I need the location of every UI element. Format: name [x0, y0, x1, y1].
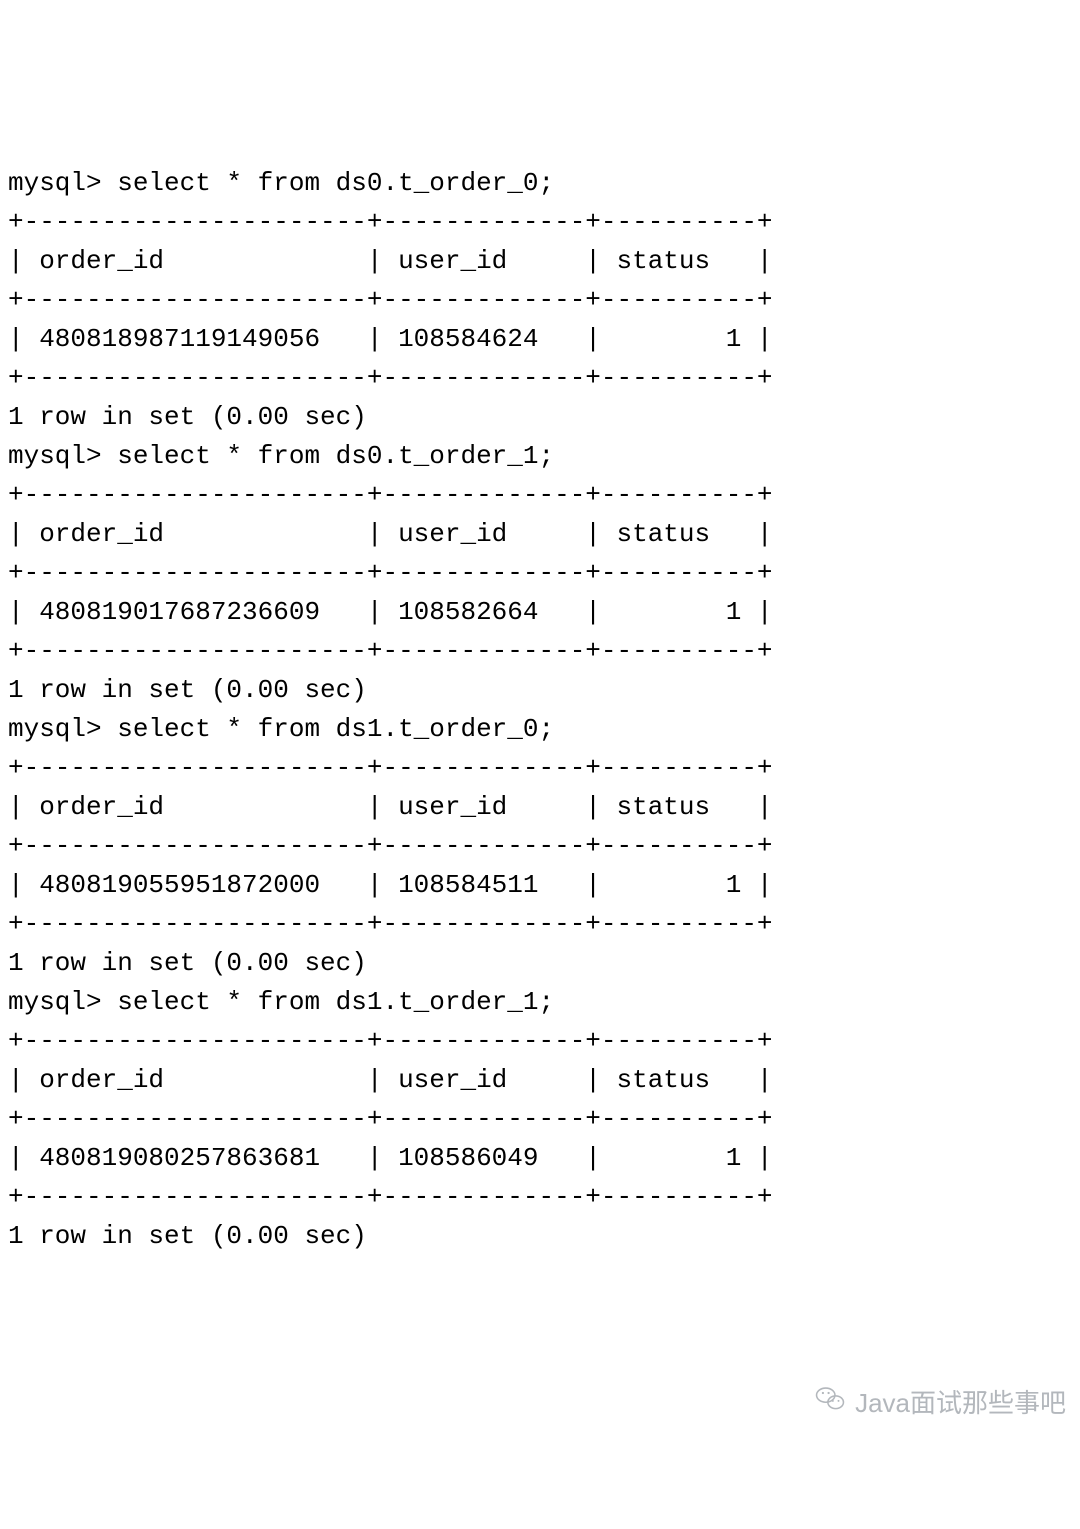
watermark: Java面试那些事吧 — [813, 1381, 1066, 1426]
table-border: +----------------------+-------------+--… — [8, 1178, 1072, 1217]
table-header: | order_id | user_id | status | — [8, 515, 1072, 554]
mysql-prompt: mysql> — [8, 168, 117, 198]
mysql-prompt: mysql> — [8, 987, 117, 1017]
table-border: +----------------------+-------------+--… — [8, 203, 1072, 242]
sql-statement: select * from ds1.t_order_0; — [117, 714, 554, 744]
table-row: | 480819080257863681 | 108586049 | 1 | — [8, 1139, 1072, 1178]
mysql-prompt: mysql> — [8, 441, 117, 471]
table-row: | 480819017687236609 | 108582664 | 1 | — [8, 593, 1072, 632]
table-border: +----------------------+-------------+--… — [8, 1100, 1072, 1139]
result-footer: 1 row in set (0.00 sec) — [8, 1217, 1072, 1256]
query-line-0[interactable]: mysql> select * from ds0.t_order_0; — [8, 164, 1072, 203]
table-border: +----------------------+-------------+--… — [8, 281, 1072, 320]
result-footer: 1 row in set (0.00 sec) — [8, 944, 1072, 983]
wechat-icon — [813, 1381, 847, 1426]
table-row: | 480819055951872000 | 108584511 | 1 | — [8, 866, 1072, 905]
query-line-3[interactable]: mysql> select * from ds1.t_order_1; — [8, 983, 1072, 1022]
table-border: +----------------------+-------------+--… — [8, 827, 1072, 866]
sql-statement: select * from ds0.t_order_0; — [117, 168, 554, 198]
query-line-2[interactable]: mysql> select * from ds1.t_order_0; — [8, 710, 1072, 749]
table-header: | order_id | user_id | status | — [8, 788, 1072, 827]
watermark-text: Java面试那些事吧 — [855, 1384, 1066, 1423]
query-line-1[interactable]: mysql> select * from ds0.t_order_1; — [8, 437, 1072, 476]
mysql-prompt: mysql> — [8, 714, 117, 744]
table-row: | 480818987119149056 | 108584624 | 1 | — [8, 320, 1072, 359]
result-footer: 1 row in set (0.00 sec) — [8, 398, 1072, 437]
table-border: +----------------------+-------------+--… — [8, 1022, 1072, 1061]
table-border: +----------------------+-------------+--… — [8, 359, 1072, 398]
table-border: +----------------------+-------------+--… — [8, 632, 1072, 671]
table-border: +----------------------+-------------+--… — [8, 905, 1072, 944]
table-border: +----------------------+-------------+--… — [8, 749, 1072, 788]
sql-statement: select * from ds0.t_order_1; — [117, 441, 554, 471]
table-border: +----------------------+-------------+--… — [8, 554, 1072, 593]
table-header: | order_id | user_id | status | — [8, 242, 1072, 281]
table-border: +----------------------+-------------+--… — [8, 476, 1072, 515]
sql-statement: select * from ds1.t_order_1; — [117, 987, 554, 1017]
result-footer: 1 row in set (0.00 sec) — [8, 671, 1072, 710]
terminal-output: mysql> select * from ds0.t_order_0;+----… — [8, 164, 1072, 1256]
table-header: | order_id | user_id | status | — [8, 1061, 1072, 1100]
